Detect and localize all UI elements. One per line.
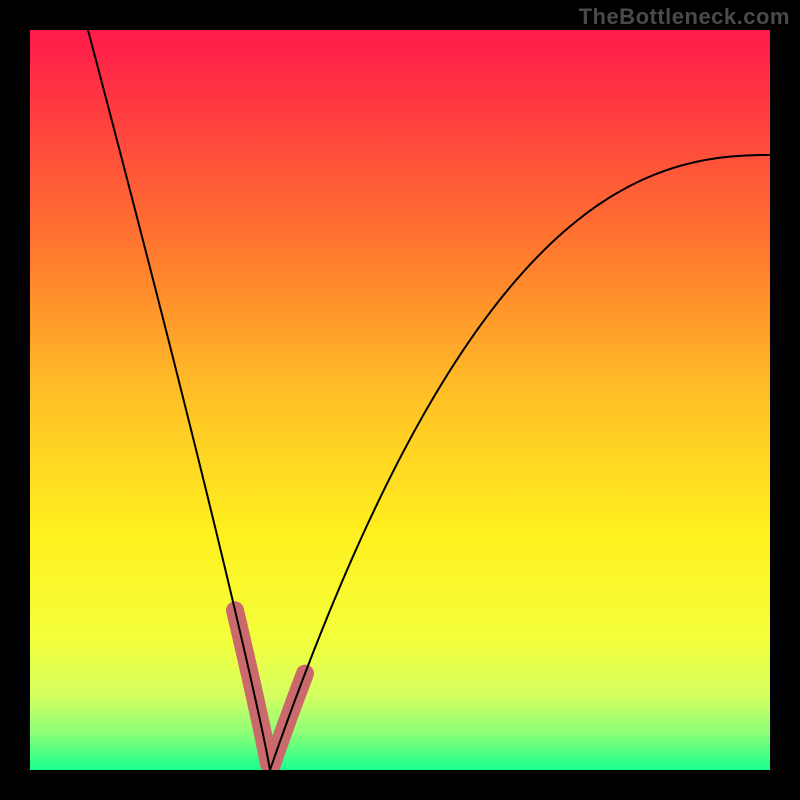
outer-frame: TheBottleneck.com: [0, 0, 800, 800]
watermark-text: TheBottleneck.com: [579, 4, 790, 30]
gradient-background: [30, 30, 770, 770]
chart-canvas: [0, 0, 800, 800]
